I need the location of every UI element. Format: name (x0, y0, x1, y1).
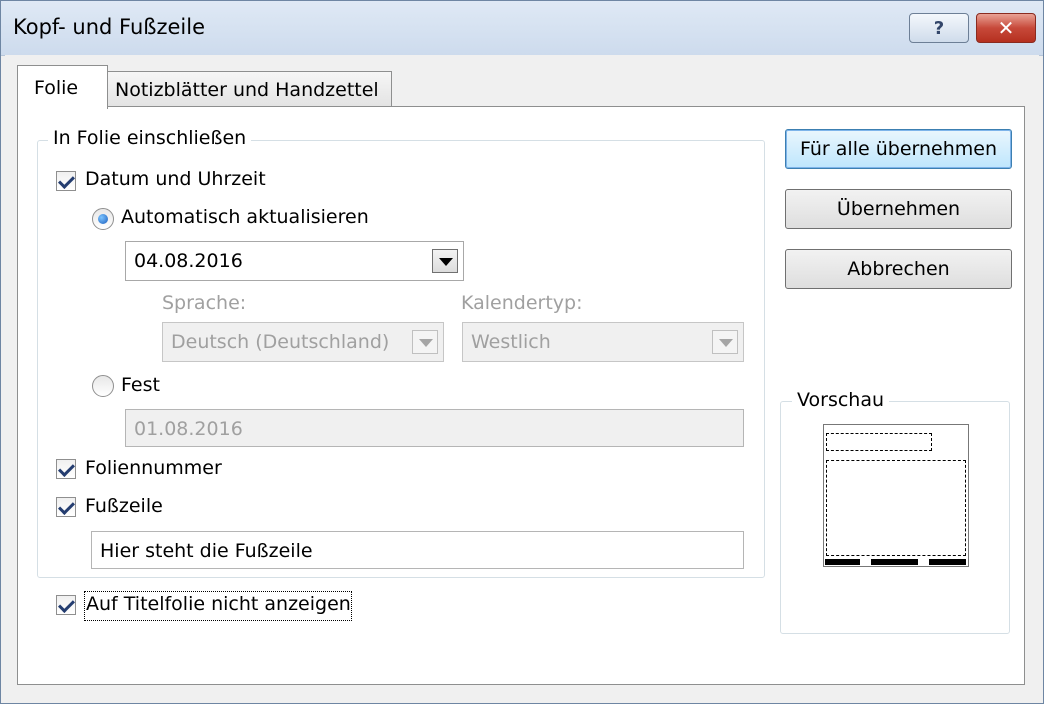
fixed-date-field: 01.08.2016 (125, 409, 744, 447)
tab-notes-handouts[interactable]: Notizblätter und Handzettel (106, 71, 392, 107)
chevron-down-icon[interactable] (432, 249, 458, 273)
language-combo: Deutsch (Deutschland) (162, 322, 444, 362)
tab-slide[interactable]: Folie (17, 65, 108, 109)
fixed-date-value: 01.08.2016 (134, 418, 243, 440)
tab-notes-handouts-label: Notizblätter und Handzettel (115, 78, 379, 101)
preview-date-bar (825, 559, 860, 565)
help-button[interactable]: ? (909, 13, 969, 43)
apply-button[interactable]: Übernehmen (785, 189, 1012, 229)
apply-label: Übernehmen (836, 198, 961, 220)
footer-text-value: Hier steht die Fußzeile (100, 540, 313, 562)
slide-number-label: Foliennummer (85, 457, 222, 479)
calendar-type-combo: Westlich (462, 322, 744, 362)
dialog-content: Folie Notizblätter und Handzettel In Fol… (5, 55, 1039, 699)
title-bar: Kopf- und Fußzeile ? ✕ (1, 1, 1043, 56)
footer-checkbox[interactable] (56, 497, 76, 517)
dialog-title: Kopf- und Fußzeile (13, 15, 206, 39)
chevron-down-icon (412, 330, 438, 354)
close-icon: ✕ (997, 16, 1015, 40)
footer-label: Fußzeile (85, 495, 163, 517)
apply-to-all-label: Für alle übernehmen (800, 138, 997, 160)
preview-number-bar (929, 559, 966, 565)
fixed-radio[interactable] (92, 375, 114, 397)
auto-update-label: Automatisch aktualisieren (121, 206, 369, 228)
apply-to-all-button[interactable]: Für alle übernehmen (785, 129, 1012, 169)
calendar-type-label: Kalendertyp: (461, 292, 583, 314)
date-time-checkbox[interactable] (56, 171, 76, 191)
include-group-label: In Folie einschließen (48, 127, 252, 149)
preview-footer-bar (871, 559, 918, 565)
header-footer-dialog: Kopf- und Fußzeile ? ✕ Folie Notizblätte… (0, 0, 1044, 704)
date-time-label: Datum und Uhrzeit (85, 168, 266, 190)
language-value: Deutsch (Deutschland) (171, 331, 390, 353)
preview-label: Vorschau (792, 389, 890, 411)
preview-title-placeholder (826, 433, 932, 451)
language-label: Sprache: (162, 292, 247, 314)
date-format-value: 04.08.2016 (134, 250, 243, 272)
calendar-type-value: Westlich (471, 331, 551, 353)
slide-number-checkbox[interactable] (56, 459, 76, 479)
slide-preview (823, 424, 969, 567)
footer-text-field[interactable]: Hier steht die Fußzeile (91, 531, 744, 569)
date-format-combo[interactable]: 04.08.2016 (125, 241, 464, 281)
hide-on-title-label: Auf Titelfolie nicht anzeigen (86, 593, 351, 615)
help-icon: ? (933, 17, 945, 39)
chevron-down-icon (712, 330, 738, 354)
tab-slide-label: Folie (34, 76, 79, 99)
preview-body-placeholder (826, 460, 966, 556)
auto-update-radio[interactable] (92, 208, 114, 230)
fixed-label: Fest (121, 374, 160, 396)
close-button[interactable]: ✕ (976, 13, 1036, 43)
cancel-button[interactable]: Abbrechen (785, 249, 1012, 289)
cancel-label: Abbrechen (847, 258, 950, 280)
hide-on-title-checkbox[interactable] (56, 595, 76, 615)
